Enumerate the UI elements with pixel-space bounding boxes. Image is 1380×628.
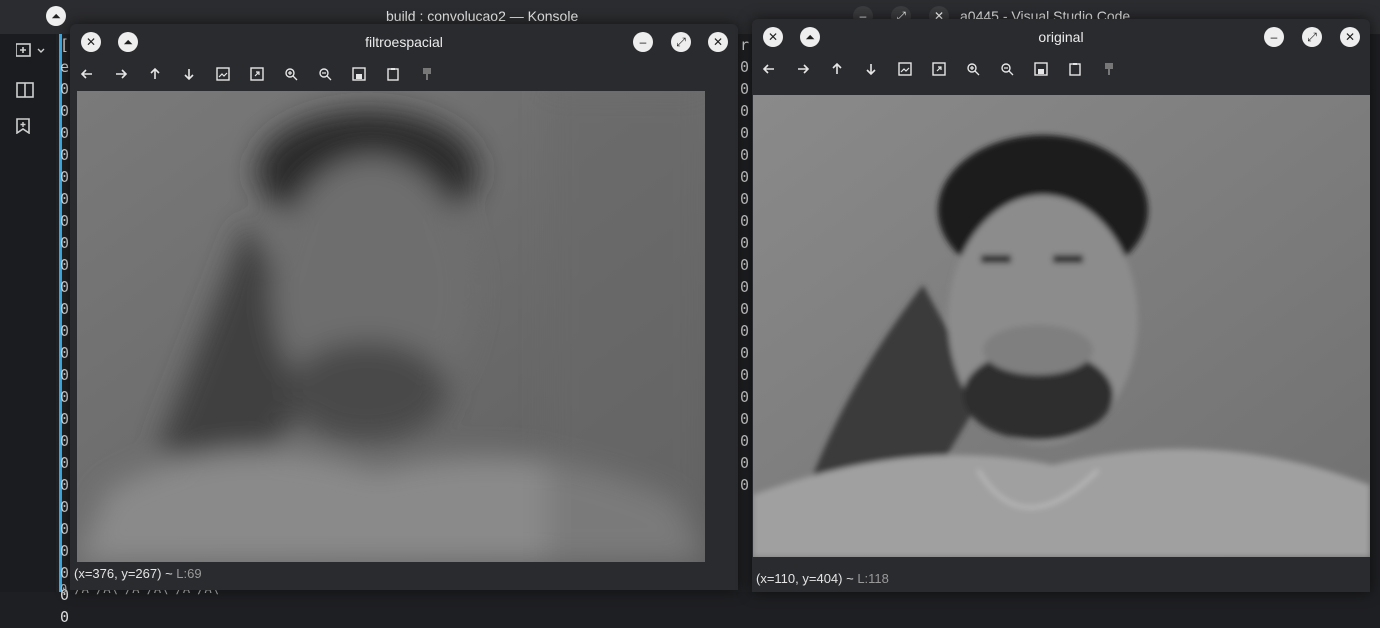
terminal-line: r [740,36,750,54]
original-close-button[interactable]: ✕ [1340,27,1360,47]
properties-icon[interactable] [1098,58,1120,80]
filtroespacial-statusbar: (x=376, y=267) ~ L:69 [74,566,202,581]
terminal-line: 0 [60,80,70,98]
terminal-line: 0 [740,344,750,362]
konsole-title: build : convolucao2 — Konsole [386,8,579,24]
original-status-level: L:118 [857,571,889,586]
terminal-line: 0 [60,300,70,318]
terminal-line: 0 [60,234,70,252]
terminal-line: 0 [740,212,750,230]
arrow-down-icon[interactable] [178,63,200,85]
terminal-line: 0 [60,454,70,472]
terminal-line: 0 [60,520,70,538]
arrow-right-icon[interactable] [110,63,132,85]
bookmark-add-icon[interactable] [16,118,38,136]
terminal-line: 0 [740,366,750,384]
terminal-line: 0 [60,212,70,230]
filtroespacial-close-left-button[interactable]: ✕ [81,32,101,52]
terminal-line: 0 [60,432,70,450]
terminal-line: 0 [60,256,70,274]
original-status-separator: ~ [842,571,858,586]
zoom-in-icon[interactable] [280,63,302,85]
filtroespacial-minimize-button[interactable]: – [633,32,653,52]
terminal-line: 0 [740,256,750,274]
terminal-right-column: r 0 0 0 0 0 0 0 0 0 0 0 0 0 0 0 0 0 0 0 0 [740,34,749,496]
terminal-line: 0 [60,168,70,186]
terminal-line: 0 [60,476,70,494]
original-close-left-button[interactable]: ✕ [763,27,783,47]
terminal-line: 0 [60,366,70,384]
original-window[interactable]: original ✕ ⏶ – ⤢ ✕ (x=110, y=404) ~ L:11… [752,19,1370,592]
terminal-line: 0 [740,124,750,142]
terminal-line: 0 [740,388,750,406]
zoom-out-icon[interactable] [314,63,336,85]
terminal-line: 0 [60,146,70,164]
arrow-right-icon[interactable] [792,58,814,80]
terminal-line: 0 [60,124,70,142]
terminal-line: 0 [60,498,70,516]
zoom-in-icon[interactable] [962,58,984,80]
terminal-line: 0 [60,102,70,120]
zoom-out-icon[interactable] [996,58,1018,80]
filtroespacial-image[interactable] [77,91,705,562]
filtroespacial-window[interactable]: filtroespacial ✕ ⏶ – ⤢ ✕ (x=376, y=267) … [70,24,738,590]
terminal-line: 0 [740,168,750,186]
filtroespacial-menu-button[interactable]: ⏶ [118,32,138,52]
filtroespacial-status-level: L:69 [176,566,202,581]
terminal-line: 0 [60,388,70,406]
arrow-up-icon[interactable] [826,58,848,80]
terminal-line: 0 [740,146,750,164]
arrow-left-icon[interactable] [76,63,98,85]
terminal-line: e [60,58,70,76]
konsole-sidebar [0,0,56,592]
filtroespacial-status-separator: ~ [161,566,177,581]
terminal-line: 0 [740,234,750,252]
original-minimize-button[interactable]: – [1264,27,1284,47]
terminal-line: 0 [740,410,750,428]
clipboard-icon[interactable] [382,63,404,85]
terminal-line: 0 [740,278,750,296]
save-icon[interactable] [348,63,370,85]
terminal-line: 0 [740,58,750,76]
image-export-icon[interactable] [928,58,950,80]
image-export-icon[interactable] [246,63,268,85]
filtroespacial-close-button[interactable]: ✕ [708,32,728,52]
terminal-line: [ [60,36,70,54]
terminal-line: 0 [740,190,750,208]
properties-icon[interactable] [416,63,438,85]
arrow-down-icon[interactable] [860,58,882,80]
arrow-up-icon[interactable] [144,63,166,85]
original-statusbar: (x=110, y=404) ~ L:118 [756,571,889,586]
image-icon[interactable] [212,63,234,85]
terminal-line: 0 [740,432,750,450]
terminal-line: 0 [740,80,750,98]
image-icon[interactable] [894,58,916,80]
terminal-left-column: [e 0 0 0 0 0 0 0 0 0 0 0 0 0 0 0 0 0 0 0 0 0 0 0 0 0 [60,34,69,628]
save-icon[interactable] [1030,58,1052,80]
terminal-line: 0 [740,300,750,318]
original-maximize-button[interactable]: ⤢ [1302,27,1322,47]
split-view-icon[interactable] [16,82,38,100]
new-tab-icon[interactable] [15,42,45,60]
filtroespacial-maximize-button[interactable]: ⤢ [671,32,691,52]
terminal-line: 0 [60,344,70,362]
terminal-line: 0 [60,322,70,340]
terminal-line: 0 [60,608,70,626]
arrow-left-icon[interactable] [758,58,780,80]
terminal-line: 0 [60,190,70,208]
terminal-line: 0 [740,322,750,340]
original-menu-button[interactable]: ⏶ [800,27,820,47]
terminal-line: 0 [740,476,750,494]
terminal-line: 0 [60,410,70,428]
clipboard-icon[interactable] [1064,58,1086,80]
original-image[interactable] [753,95,1370,557]
terminal-line: 0 [60,278,70,296]
terminal-line: 0 [60,542,70,560]
filtroespacial-status-coords: (x=376, y=267) [74,566,162,581]
original-status-coords: (x=110, y=404) [756,571,843,586]
terminal-line: 0 [740,454,750,472]
konsole-menu-button[interactable]: ⏶ [46,6,66,26]
terminal-line: 0 [740,102,750,120]
